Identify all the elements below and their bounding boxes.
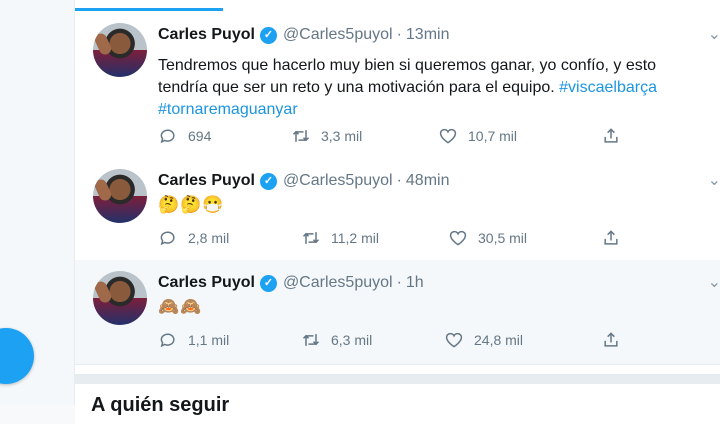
reply-button[interactable]: 2,8 mil (158, 228, 229, 248)
reply-button[interactable]: 694 (158, 126, 211, 146)
chevron-down-icon[interactable]: ⌄ (708, 272, 720, 292)
like-count: 10,7 mil (468, 128, 518, 144)
verified-badge-icon: ✓ (259, 172, 277, 190)
retweet-icon (302, 232, 320, 244)
who-to-follow-panel: A quién seguir (75, 374, 720, 424)
tweet-time[interactable]: 48min (406, 172, 450, 190)
tweet-actions: 1,1 mil 6,3 mil 24,8 mil (158, 330, 628, 352)
avatar[interactable] (93, 23, 147, 77)
reply-count: 1,1 mil (188, 332, 230, 348)
share-button[interactable] (601, 126, 631, 146)
like-count: 30,5 mil (478, 230, 528, 246)
author-handle[interactable]: @Carles5puyol (283, 274, 393, 292)
like-icon (445, 332, 463, 348)
reply-icon (160, 129, 175, 144)
like-icon (439, 128, 457, 144)
tweet-actions: 2,8 mil 11,2 mil 30,5 mil (158, 228, 628, 250)
tweet-emojis: 🙈🙈 (158, 297, 203, 316)
like-icon (449, 230, 467, 246)
author-name[interactable]: Carles Puyol (158, 274, 255, 292)
chevron-down-icon[interactable]: ⌄ (708, 170, 720, 190)
separator: · (396, 26, 402, 43)
reply-icon (160, 231, 175, 246)
share-icon (604, 332, 618, 347)
reply-button[interactable]: 1,1 mil (158, 330, 229, 350)
avatar[interactable] (93, 169, 147, 223)
tweet[interactable]: Carles Puyol ✓ @Carles5puyol · 13min ⌄ T… (75, 12, 720, 159)
active-tab-indicator (75, 8, 223, 11)
reply-icon (160, 333, 175, 348)
retweet-count: 3,3 mil (321, 128, 363, 144)
tweet[interactable]: Carles Puyol ✓ @Carles5puyol · 48min ⌄ 🤔… (75, 158, 720, 261)
retweet-button[interactable]: 3,3 mil (291, 126, 362, 146)
like-button[interactable]: 10,7 mil (438, 126, 517, 146)
timeline: Carles Puyol ✓ @Carles5puyol · 13min ⌄ T… (74, 0, 720, 424)
retweet-button[interactable]: 6,3 mil (301, 330, 372, 350)
retweet-count: 6,3 mil (331, 332, 373, 348)
avatar[interactable] (93, 271, 147, 325)
author-handle[interactable]: @Carles5puyol (283, 26, 393, 44)
tweet-text: Tendremos que hacerlo muy bien si querem… (158, 55, 698, 121)
tweet-time[interactable]: 1h (406, 274, 424, 292)
tweet-actions: 694 3,3 mil 10,7 mil (158, 126, 628, 148)
reply-count: 2,8 mil (188, 230, 230, 246)
hashtag-link[interactable]: #tornaremaguanyar (158, 101, 298, 118)
verified-badge-icon: ✓ (259, 26, 277, 44)
share-icon (604, 230, 618, 245)
separator: · (396, 172, 402, 189)
tweet[interactable]: Carles Puyol ✓ @Carles5puyol · 1h ⌄ 🙈🙈 1… (75, 260, 720, 365)
separator: · (396, 274, 402, 291)
tweet-emojis: 🤔🤔😷 (158, 195, 225, 214)
author-name[interactable]: Carles Puyol (158, 26, 255, 44)
retweet-icon (292, 130, 310, 142)
chevron-down-icon[interactable]: ⌄ (708, 24, 720, 44)
compose-tweet-button[interactable] (0, 328, 34, 384)
left-sidebar (0, 0, 74, 405)
author-name[interactable]: Carles Puyol (158, 172, 255, 190)
like-count: 24,8 mil (474, 332, 524, 348)
share-button[interactable] (601, 228, 631, 248)
retweet-count: 11,2 mil (331, 230, 379, 246)
share-button[interactable] (601, 330, 631, 350)
like-button[interactable]: 30,5 mil (448, 228, 527, 248)
retweet-icon (302, 334, 320, 346)
reply-count: 694 (188, 128, 212, 144)
like-button[interactable]: 24,8 mil (444, 330, 523, 350)
who-to-follow-title: A quién seguir (91, 394, 230, 416)
verified-badge-icon: ✓ (259, 274, 277, 292)
share-icon (604, 128, 618, 143)
tweet-time[interactable]: 13min (406, 26, 450, 44)
retweet-button[interactable]: 11,2 mil (301, 228, 379, 248)
author-handle[interactable]: @Carles5puyol (283, 172, 393, 190)
hashtag-link[interactable]: #viscaelbarça (559, 79, 657, 96)
